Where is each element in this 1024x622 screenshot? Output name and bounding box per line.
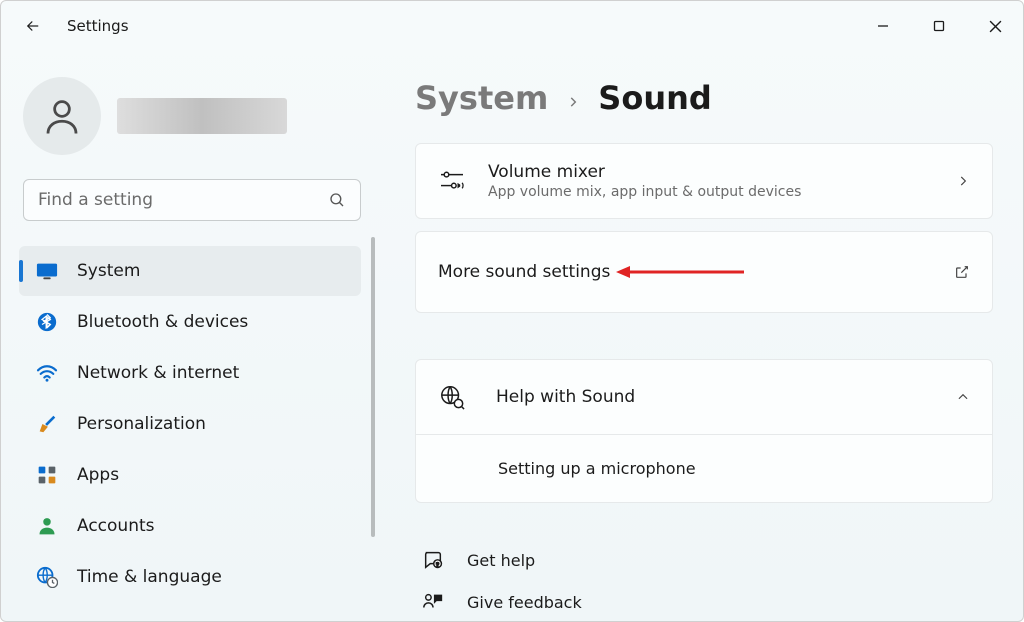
link-label: Get help bbox=[467, 551, 535, 570]
paintbrush-icon bbox=[35, 412, 59, 436]
settings-window: Settings bbox=[0, 0, 1024, 622]
window-body: System Bluetooth & devices Network & int… bbox=[1, 51, 1023, 621]
sidebar-item-label: Personalization bbox=[77, 414, 206, 434]
breadcrumb: System Sound bbox=[415, 79, 993, 117]
sidebar-item-label: Time & language bbox=[77, 567, 222, 587]
minimize-button[interactable] bbox=[855, 6, 911, 46]
open-external-icon bbox=[954, 264, 970, 280]
more-sound-settings-card[interactable]: More sound settings bbox=[415, 231, 993, 313]
sidebar: System Bluetooth & devices Network & int… bbox=[1, 51, 381, 621]
person-icon bbox=[35, 514, 59, 538]
help-section: Help with Sound Setting up a microphone bbox=[415, 359, 993, 503]
get-help-link[interactable]: ? Get help bbox=[415, 539, 993, 581]
sidebar-item-label: Bluetooth & devices bbox=[77, 312, 248, 332]
search-box[interactable] bbox=[23, 179, 361, 221]
maximize-icon bbox=[933, 20, 945, 32]
chat-help-icon: ? bbox=[419, 549, 447, 571]
search-input[interactable] bbox=[38, 190, 318, 210]
card-title: Volume mixer bbox=[488, 162, 934, 182]
breadcrumb-parent[interactable]: System bbox=[415, 79, 548, 117]
breadcrumb-current: Sound bbox=[598, 79, 712, 117]
sidebar-item-personalization[interactable]: Personalization bbox=[19, 399, 361, 449]
sidebar-item-network[interactable]: Network & internet bbox=[19, 348, 361, 398]
title-bar: Settings bbox=[1, 1, 1023, 51]
sidebar-item-system[interactable]: System bbox=[19, 246, 361, 296]
globe-search-icon bbox=[438, 384, 466, 410]
chevron-right-icon bbox=[566, 95, 580, 109]
help-item-microphone[interactable]: Setting up a microphone bbox=[416, 434, 992, 502]
sidebar-item-label: System bbox=[77, 261, 140, 281]
close-button[interactable] bbox=[967, 6, 1023, 46]
help-header[interactable]: Help with Sound bbox=[416, 360, 992, 434]
card-title: More sound settings bbox=[438, 262, 932, 282]
mixer-icon bbox=[438, 170, 466, 192]
bluetooth-icon bbox=[35, 310, 59, 334]
arrow-left-icon bbox=[24, 17, 42, 35]
volume-mixer-card[interactable]: Volume mixer App volume mix, app input &… bbox=[415, 143, 993, 219]
chevron-right-icon bbox=[956, 174, 970, 188]
close-icon bbox=[989, 20, 1002, 33]
search-container bbox=[23, 179, 361, 221]
app-title: Settings bbox=[67, 17, 129, 35]
give-feedback-link[interactable]: Give feedback bbox=[415, 581, 993, 621]
sidebar-item-bluetooth[interactable]: Bluetooth & devices bbox=[19, 297, 361, 347]
help-card: Help with Sound Setting up a microphone bbox=[415, 359, 993, 503]
globe-clock-icon bbox=[35, 565, 59, 589]
person-icon bbox=[41, 95, 83, 137]
nav: System Bluetooth & devices Network & int… bbox=[19, 245, 369, 603]
apps-icon bbox=[35, 463, 59, 487]
sidebar-item-label: Accounts bbox=[77, 516, 155, 536]
back-button[interactable] bbox=[23, 16, 43, 36]
sidebar-item-accounts[interactable]: Accounts bbox=[19, 501, 361, 551]
user-profile[interactable] bbox=[23, 77, 369, 155]
link-label: Give feedback bbox=[467, 593, 582, 612]
maximize-button[interactable] bbox=[911, 6, 967, 46]
sidebar-item-time-language[interactable]: Time & language bbox=[19, 552, 361, 602]
feedback-icon bbox=[419, 591, 447, 613]
chevron-up-icon bbox=[956, 390, 970, 404]
help-item-label: Setting up a microphone bbox=[498, 459, 970, 478]
footer-links: ? Get help Give feedback bbox=[415, 539, 993, 621]
profile-name-placeholder bbox=[117, 98, 287, 134]
wifi-icon bbox=[35, 361, 59, 385]
help-title: Help with Sound bbox=[496, 387, 926, 407]
avatar bbox=[23, 77, 101, 155]
svg-text:?: ? bbox=[436, 562, 439, 568]
window-controls bbox=[855, 1, 1023, 51]
sidebar-scrollbar[interactable] bbox=[371, 237, 375, 537]
search-icon bbox=[328, 191, 346, 209]
sidebar-item-apps[interactable]: Apps bbox=[19, 450, 361, 500]
main-content: System Sound Volume mixer App volume mix… bbox=[381, 51, 1023, 621]
sidebar-item-label: Apps bbox=[77, 465, 119, 485]
sidebar-item-label: Network & internet bbox=[77, 363, 239, 383]
title-bar-left: Settings bbox=[23, 16, 129, 36]
minimize-icon bbox=[877, 20, 889, 32]
card-subtitle: App volume mix, app input & output devic… bbox=[488, 184, 934, 200]
monitor-icon bbox=[35, 259, 59, 283]
